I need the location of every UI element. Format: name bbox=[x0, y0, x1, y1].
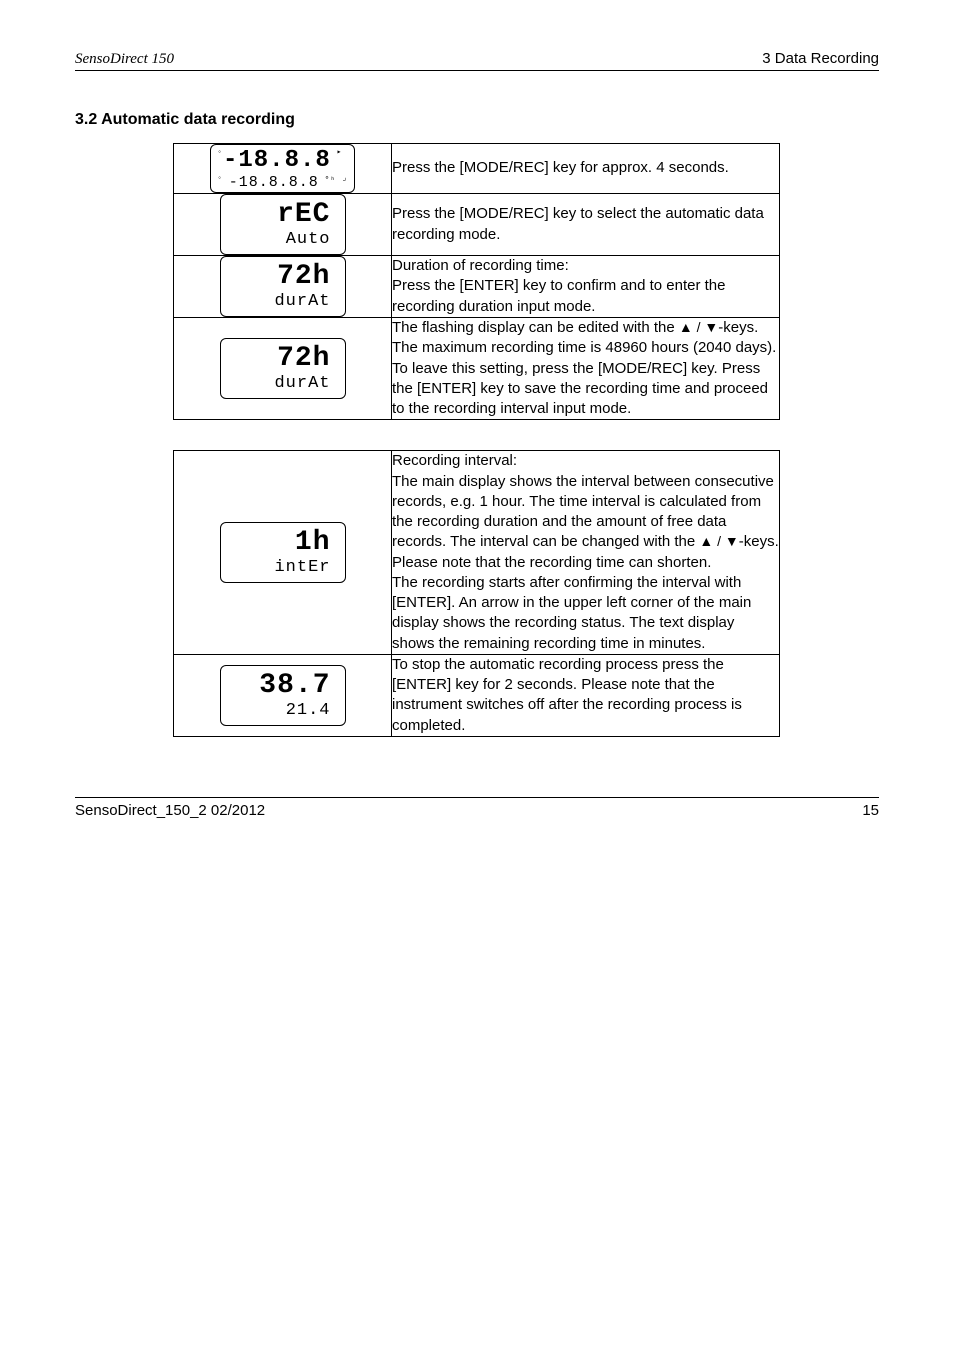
lcd-bottom: durAt bbox=[235, 293, 331, 310]
lcd-bottom: durAt bbox=[235, 375, 331, 392]
instruction-text: Press the [MODE/REC] key for approx. 4 s… bbox=[392, 159, 729, 176]
lcd-cell: ◦-18.8.8 ▸ ◦ -18.8.8.8 ∘ₕ ⌟ bbox=[174, 144, 392, 194]
instruction-text: Press the [MODE/REC] key to select the a… bbox=[392, 205, 764, 242]
header-section: 3 Data Recording bbox=[762, 50, 879, 67]
instruction-cell: Duration of recording time: Press the [E… bbox=[392, 256, 780, 318]
lcd-top: 1h bbox=[235, 529, 331, 557]
table-row: 72h durAt Duration of recording time: Pr… bbox=[174, 256, 780, 318]
section-title: 3.2 Automatic data recording bbox=[75, 111, 879, 129]
lcd-cell: 72h durAt bbox=[174, 256, 392, 318]
lcd-display: rEC Auto bbox=[220, 194, 346, 255]
footer-page-number: 15 bbox=[862, 802, 879, 819]
lcd-top: 72h bbox=[235, 263, 331, 291]
table-interval: 1h intEr Recording interval: The main di… bbox=[173, 450, 780, 737]
instruction-cell: Press the [MODE/REC] key to select the a… bbox=[392, 194, 780, 256]
lcd-bottom: -18.8.8.8 bbox=[229, 174, 319, 191]
lcd-cell: rEC Auto bbox=[174, 194, 392, 256]
table-row: 72h durAt The flashing display can be ed… bbox=[174, 318, 780, 420]
instruction-cell: Recording interval: The main display sho… bbox=[392, 451, 780, 655]
lcd-top: 72h bbox=[235, 345, 331, 373]
instruction-text-post: -keys. Please note that the recording ti… bbox=[392, 533, 779, 651]
up-down-icons: ▲ / ▼ bbox=[679, 319, 718, 335]
footer-doc-id: SensoDirect_150_2 02/2012 bbox=[75, 802, 265, 819]
header-product: SensoDirect 150 bbox=[75, 51, 174, 68]
lcd-bottom: Auto bbox=[235, 231, 331, 248]
instruction-text-pre: The flashing display can be edited with … bbox=[392, 319, 679, 336]
instruction-cell: To stop the automatic recording process … bbox=[392, 654, 780, 736]
table-auto-recording: ◦-18.8.8 ▸ ◦ -18.8.8.8 ∘ₕ ⌟ Press the [M… bbox=[173, 143, 780, 420]
instruction-text: Duration of recording time: Press the [E… bbox=[392, 257, 725, 315]
lcd-cell: 38.7 21.4 bbox=[174, 654, 392, 736]
lcd-top: 38.7 bbox=[235, 672, 331, 700]
table-row: 1h intEr Recording interval: The main di… bbox=[174, 451, 780, 655]
instruction-cell: Press the [MODE/REC] key for approx. 4 s… bbox=[392, 144, 780, 194]
instruction-cell: The flashing display can be edited with … bbox=[392, 318, 780, 420]
lcd-bottom: intEr bbox=[235, 559, 331, 576]
lcd-cell: 72h durAt bbox=[174, 318, 392, 420]
lcd-top: -18.8.8 bbox=[223, 147, 331, 174]
page-header: SensoDirect 150 3 Data Recording bbox=[75, 50, 879, 71]
lcd-display: 1h intEr bbox=[220, 522, 346, 583]
lcd-bottom: 21.4 bbox=[235, 702, 331, 719]
table-row: rEC Auto Press the [MODE/REC] key to sel… bbox=[174, 194, 780, 256]
lcd-display: 72h durAt bbox=[220, 256, 346, 317]
lcd-display: ◦-18.8.8 ▸ ◦ -18.8.8.8 ∘ₕ ⌟ bbox=[210, 144, 355, 193]
instruction-text: To stop the automatic recording process … bbox=[392, 656, 742, 734]
lcd-display: 72h durAt bbox=[220, 338, 346, 399]
up-down-icons: ▲ / ▼ bbox=[699, 533, 738, 549]
lcd-display: 38.7 21.4 bbox=[220, 665, 346, 726]
page-footer: SensoDirect_150_2 02/2012 15 bbox=[75, 797, 879, 819]
lcd-cell: 1h intEr bbox=[174, 451, 392, 655]
table-row: 38.7 21.4 To stop the automatic recordin… bbox=[174, 654, 780, 736]
lcd-top: rEC bbox=[235, 201, 331, 229]
table-row: ◦-18.8.8 ▸ ◦ -18.8.8.8 ∘ₕ ⌟ Press the [M… bbox=[174, 144, 780, 194]
